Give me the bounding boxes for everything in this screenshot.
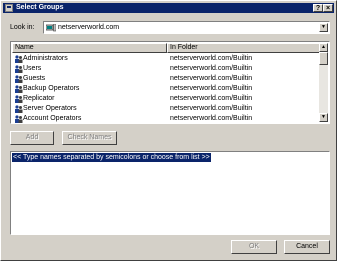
- column-header-in-folder[interactable]: In Folder: [167, 43, 320, 53]
- names-hint-text: << Type names separated by semicolons or…: [12, 153, 211, 162]
- look-in-value: netserverworld.com: [58, 24, 120, 31]
- group-icon: [14, 105, 23, 113]
- help-button[interactable]: ?: [313, 4, 323, 12]
- group-icon: [14, 75, 23, 83]
- list-item[interactable]: Guests netserverworld.com/Builtin: [12, 74, 320, 84]
- window-icon: [5, 4, 13, 12]
- group-icon: [14, 65, 23, 73]
- group-folder: netserverworld.com/Builtin: [170, 65, 253, 72]
- list-rows: Administrators netserverworld.com/Builtin…: [12, 54, 320, 123]
- vertical-scrollbar[interactable]: ▲ ▼: [319, 43, 328, 122]
- list-header: Name In Folder: [12, 43, 320, 53]
- group-folder: netserverworld.com/Builtin: [170, 115, 253, 122]
- add-button[interactable]: Add: [10, 131, 54, 145]
- group-folder: netserverworld.com/Builtin: [170, 55, 253, 62]
- group-icon: [14, 55, 23, 63]
- list-item[interactable]: Account Operators netserverworld.com/Buil…: [12, 114, 320, 123]
- group-name: Guests: [23, 75, 46, 82]
- list-item[interactable]: Administrators netserverworld.com/Builtin: [12, 54, 320, 64]
- group-name: Users: [23, 65, 42, 72]
- group-folder: netserverworld.com/Builtin: [170, 75, 253, 82]
- scroll-thumb[interactable]: [319, 52, 328, 65]
- list-item[interactable]: Backup Operators netserverworld.com/Built…: [12, 84, 320, 94]
- group-folder: netserverworld.com/Builtin: [170, 95, 253, 102]
- group-name: Account Operators: [23, 115, 82, 122]
- domain-icon: [46, 24, 56, 32]
- chevron-down-icon[interactable]: ▼: [319, 23, 328, 32]
- group-icon: [14, 85, 23, 93]
- scroll-down-icon[interactable]: ▼: [319, 113, 328, 122]
- check-names-button[interactable]: Check Names: [62, 131, 117, 145]
- scroll-up-icon[interactable]: ▲: [319, 43, 328, 52]
- title-bar[interactable]: Select Groups ? ×: [3, 3, 334, 13]
- group-folder: netserverworld.com/Builtin: [170, 85, 253, 92]
- group-name: Administrators: [23, 55, 68, 62]
- groups-list[interactable]: Name In Folder Administrators netserverwo…: [10, 41, 330, 124]
- column-header-name[interactable]: Name: [12, 43, 167, 53]
- list-item[interactable]: Server Operators netserverworld.com/Built…: [12, 104, 320, 114]
- group-name: Backup Operators: [23, 85, 80, 92]
- look-in-label: Look in:: [10, 24, 35, 31]
- close-button[interactable]: ×: [323, 4, 333, 12]
- list-item[interactable]: Replicator netserverworld.com/Builtin: [12, 94, 320, 104]
- look-in-combo[interactable]: netserverworld.com ▼: [43, 21, 330, 34]
- select-groups-dialog: Select Groups ? × Look in: netserverworl…: [0, 0, 337, 261]
- group-icon: [14, 95, 23, 103]
- group-name: Server Operators: [23, 105, 77, 112]
- selected-names-textarea[interactable]: << Type names separated by semicolons or…: [10, 151, 330, 235]
- ok-button[interactable]: OK: [231, 240, 277, 254]
- group-icon: [14, 115, 23, 123]
- window-title: Select Groups: [16, 4, 64, 11]
- group-name: Replicator: [23, 95, 55, 102]
- group-folder: netserverworld.com/Builtin: [170, 105, 253, 112]
- cancel-button[interactable]: Cancel: [284, 240, 330, 254]
- list-item[interactable]: Users netserverworld.com/Builtin: [12, 64, 320, 74]
